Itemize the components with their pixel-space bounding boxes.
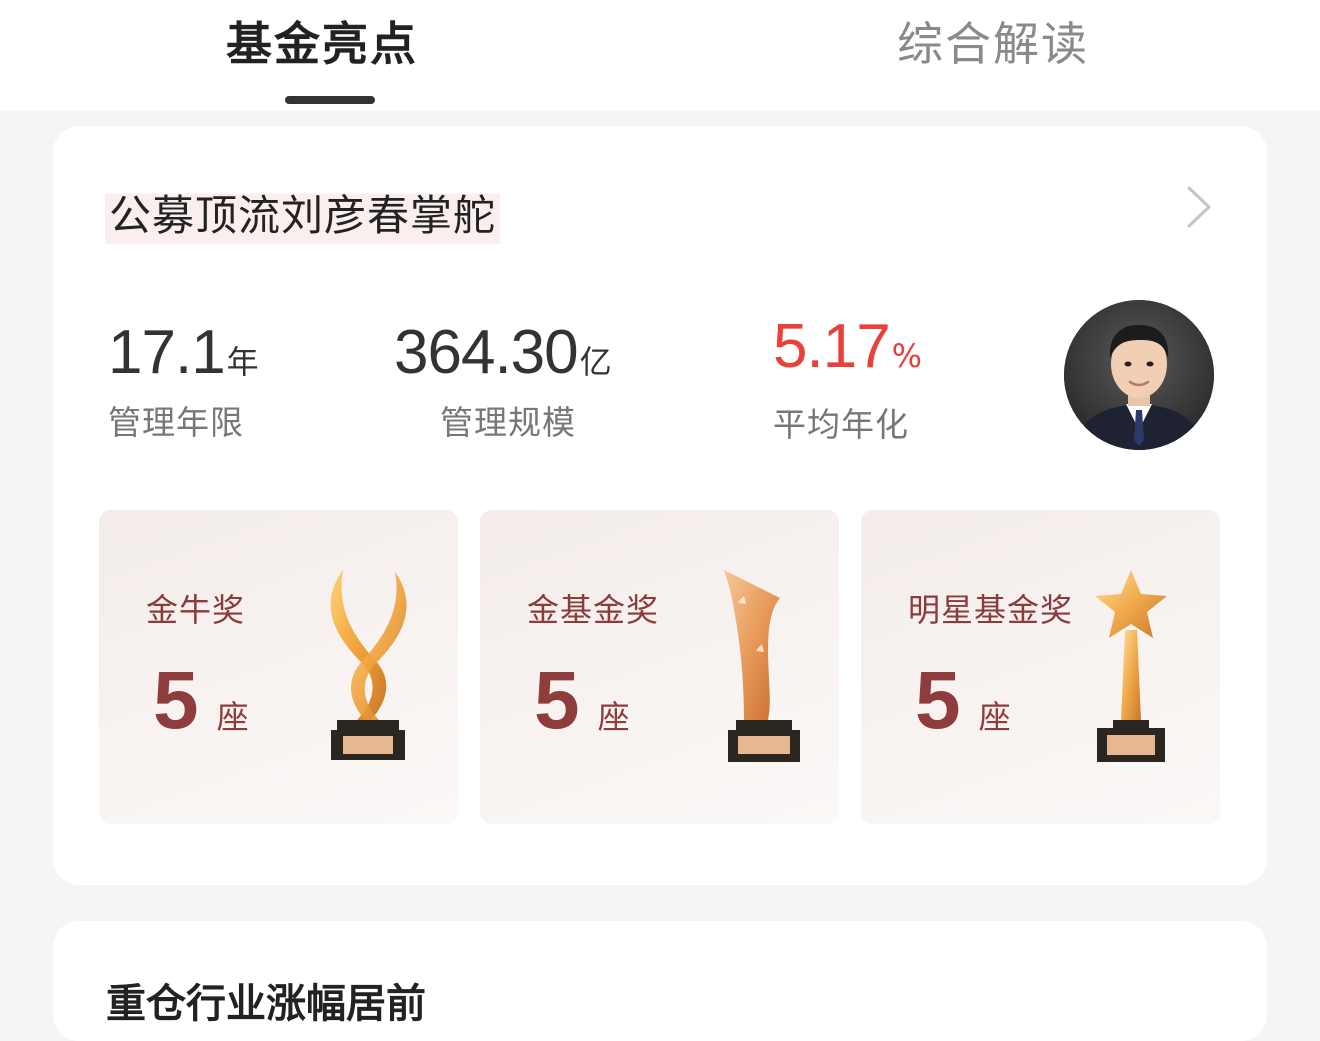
award-name: 明星基金奖 xyxy=(908,591,1074,629)
award-name: 金牛奖 xyxy=(146,591,246,629)
card-title: 重仓行业涨幅居前 xyxy=(106,981,426,1027)
award-name: 金基金奖 xyxy=(527,591,660,629)
sector-performance-card[interactable]: 重仓行业涨幅居前 xyxy=(53,921,1267,1041)
award-count: 5座 xyxy=(915,658,1011,744)
award-count-unit: 座 xyxy=(597,698,630,736)
metric-return-unit: % xyxy=(891,337,923,375)
metric-aum-value: 364.30 xyxy=(394,318,579,387)
metric-tenure-value: 17.1 xyxy=(108,318,226,387)
active-tab-indicator xyxy=(285,96,375,104)
award-star-fund[interactable]: 明星基金奖 5座 xyxy=(861,510,1220,824)
bull-horn-trophy-icon xyxy=(330,570,407,760)
award-count-unit: 座 xyxy=(978,698,1011,736)
award-golden-fund[interactable]: 金基金奖 5座 xyxy=(480,510,839,824)
metric-tenure-unit: 年 xyxy=(226,343,259,381)
card-headline: 公募顶流刘彦春掌舵 xyxy=(105,188,501,244)
award-count: 5座 xyxy=(153,658,249,744)
manager-avatar[interactable] xyxy=(1064,300,1214,450)
metric-aum-label: 管理规模 xyxy=(440,403,576,442)
metric-annualized-return: 5.17% 平均年化 xyxy=(773,316,922,446)
award-count-number: 5 xyxy=(915,655,961,746)
person-portrait-icon xyxy=(1064,300,1214,450)
metric-tenure: 17.1年 管理年限 xyxy=(108,322,259,444)
metric-return-label: 平均年化 xyxy=(773,405,909,444)
tab-comprehensive-analysis[interactable]: 综合解读 xyxy=(897,14,1089,74)
metric-tenure-label: 管理年限 xyxy=(108,403,244,442)
award-count: 5座 xyxy=(534,658,630,744)
award-golden-bull[interactable]: 金牛奖 5座 xyxy=(99,510,458,824)
award-count-number: 5 xyxy=(534,655,580,746)
tab-fund-highlights[interactable]: 基金亮点 xyxy=(226,14,418,74)
manager-highlight-card[interactable]: 公募顶流刘彦春掌舵 17.1年 管理年限 364.30亿 管理规模 5.17% … xyxy=(53,126,1267,885)
award-count-number: 5 xyxy=(153,655,199,746)
metric-aum: 364.30亿 管理规模 xyxy=(394,322,612,444)
award-count-unit: 座 xyxy=(216,698,249,736)
tab-bar: 基金亮点 综合解读 xyxy=(0,0,1320,110)
metric-aum-unit: 亿 xyxy=(579,343,612,381)
metric-return-value: 5.17 xyxy=(773,312,891,381)
flag-trophy-icon xyxy=(724,570,800,762)
chevron-right-icon[interactable] xyxy=(1179,184,1219,230)
star-trophy-icon xyxy=(1095,570,1167,762)
